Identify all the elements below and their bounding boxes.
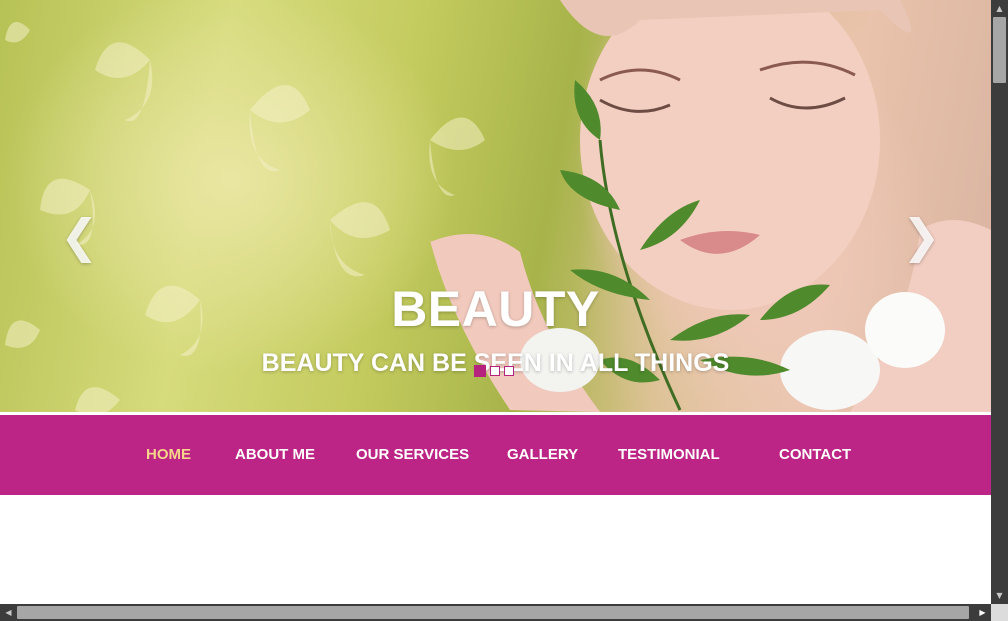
nav-item-home[interactable]: HOME [146,446,191,463]
nav-item-contact[interactable]: CONTACT [779,446,851,463]
vertical-scroll-thumb[interactable] [993,17,1006,83]
nav-item-gallery[interactable]: GALLERY [507,446,578,463]
horizontal-scroll-thumb[interactable] [17,606,969,619]
slider-dot-1[interactable] [474,365,486,377]
page-viewport: ❮ ❯ BEAUTY BEAUTY CAN BE SEEN IN ALL THI… [0,0,991,604]
scroll-down-icon[interactable]: ▼ [991,587,1008,604]
slider-prev-arrow-icon[interactable]: ❮ [60,212,99,260]
hero-title: BEAUTY [391,281,600,337]
scrollbar-corner [991,604,1008,621]
main-navigation: HOME ABOUT ME OUR SERVICES GALLERY TESTI… [0,415,991,495]
slider-dot-3[interactable] [504,366,514,376]
horizontal-scrollbar[interactable]: ◀ ▶ [0,604,991,621]
scroll-right-icon[interactable]: ▶ [974,604,991,621]
nav-item-our-services[interactable]: OUR SERVICES [356,446,469,463]
slider-pagination [474,365,514,377]
content-area [0,495,991,604]
slider-next-arrow-icon[interactable]: ❯ [902,212,941,260]
nav-item-about-me[interactable]: ABOUT ME [235,446,315,463]
hero-slider: ❮ ❯ BEAUTY BEAUTY CAN BE SEEN IN ALL THI… [0,0,991,412]
nav-item-testimonial[interactable]: TESTIMONIAL [618,446,720,463]
slider-dot-2[interactable] [490,366,500,376]
scroll-up-icon[interactable]: ▲ [991,0,1008,17]
vertical-scrollbar[interactable]: ▲ ▼ [991,0,1008,604]
scroll-left-icon[interactable]: ◀ [0,604,17,621]
